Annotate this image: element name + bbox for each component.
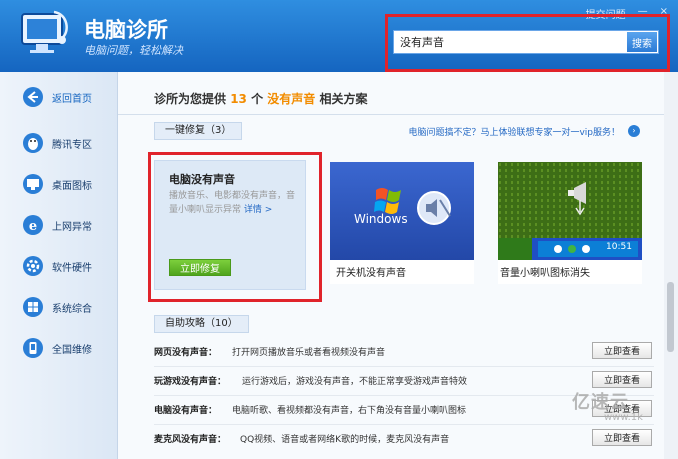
card-label: 开关机没有声音: [336, 268, 406, 279]
result-count: 13: [230, 92, 247, 106]
fix-card-boot-sound[interactable]: Windows 开关机没有声音: [330, 162, 474, 284]
sidebar-item-label: 桌面图标: [52, 180, 92, 192]
vip-service-link[interactable]: 电脑问题搞不定？马上体验联想专家一对一vip服务！: [408, 125, 620, 138]
gear-icon: [23, 256, 43, 276]
svg-text:e: e: [29, 219, 37, 234]
list-item: 网页没有声音： 打开网页播放音乐或者看视频没有声音 立即查看: [154, 340, 654, 364]
search-box: 搜索: [393, 30, 659, 54]
view-now-button[interactable]: 立即查看: [592, 429, 652, 446]
fix-card-no-sound[interactable]: 电脑没有声音 播放音乐、电影都没有声音，音量小喇叭显示异常 详情 > 立即修复: [154, 160, 306, 290]
windows-wordmark: Windows: [354, 212, 408, 226]
app-slogan: 电脑问题，轻松解决: [84, 44, 183, 57]
card-title: 电脑没有声音: [169, 173, 235, 186]
sidebar: 返回首页 腾讯专区 桌面图标 e 上网异常 软件硬件 系统综合 全国维修: [0, 72, 118, 459]
desktop-icon: [23, 174, 43, 194]
result-summary: 诊所为您提供 13 个 没有声音 相关方案: [154, 92, 368, 106]
sidebar-item-label: 系统综合: [52, 303, 92, 315]
tray-clock: 10:51: [606, 242, 632, 252]
sidebar-item-label: 上网异常: [52, 221, 92, 233]
tray-icon-thumbnail: 10:51: [498, 162, 642, 260]
result-keyword: 没有声音: [267, 92, 316, 106]
boot-sound-thumbnail: Windows: [330, 162, 474, 260]
sidebar-item-network[interactable]: e 上网异常: [0, 208, 118, 242]
sidebar-item-label: 返回首页: [52, 93, 92, 105]
view-now-button[interactable]: 立即查看: [592, 342, 652, 359]
card-label: 音量小喇叭图标消失: [500, 268, 590, 279]
app-header: 电脑诊所 电脑问题，轻松解决 提交问题 — × 搜索: [0, 0, 678, 72]
strategy-section-label: 自助攻略（10）: [154, 315, 249, 333]
card-description: 播放音乐、电影都没有声音，音量小喇叭显示异常 详情 >: [169, 191, 296, 215]
windows-logo-icon: [374, 188, 451, 225]
back-arrow-icon: [23, 87, 43, 107]
search-input[interactable]: [394, 31, 626, 53]
ie-icon: e: [23, 215, 43, 235]
penguin-icon: [23, 133, 43, 153]
list-item: 麦克风没有声音： QQ视频、语音或者网络K歌的时候，麦克风没有声音 立即查看: [154, 427, 654, 451]
divider: [118, 114, 664, 115]
watermark: 亿速云 www.1k: [572, 392, 643, 423]
clinic-logo-icon: [21, 10, 68, 53]
sidebar-item-tencent[interactable]: 腾讯专区: [0, 126, 118, 160]
phone-icon: [23, 338, 43, 358]
sidebar-item-label: 腾讯专区: [52, 139, 92, 151]
fix-card-tray-icon[interactable]: 10:51 音量小喇叭图标消失: [498, 162, 642, 284]
chevron-right-icon[interactable]: ›: [628, 125, 640, 137]
sidebar-item-label: 软件硬件: [52, 262, 92, 274]
sidebar-item-label: 全国维修: [52, 344, 92, 356]
details-link[interactable]: 详情 >: [244, 205, 272, 215]
quick-fix-section-label: 一键修复（3）: [154, 122, 243, 140]
sidebar-item-system[interactable]: 系统综合: [0, 290, 118, 324]
windows-icon: [23, 297, 43, 317]
sidebar-item-software-hardware[interactable]: 软件硬件: [0, 249, 118, 283]
fix-now-button[interactable]: 立即修复: [169, 259, 231, 276]
sidebar-item-desktop[interactable]: 桌面图标: [0, 167, 118, 201]
sidebar-item-home[interactable]: 返回首页: [0, 80, 118, 114]
app-title: 电脑诊所: [84, 18, 168, 42]
scrollbar-thumb[interactable]: [667, 282, 674, 352]
sidebar-item-repair[interactable]: 全国维修: [0, 331, 118, 365]
view-now-button[interactable]: 立即查看: [592, 371, 652, 388]
divider: [154, 366, 654, 367]
search-button[interactable]: 搜索: [627, 32, 657, 52]
